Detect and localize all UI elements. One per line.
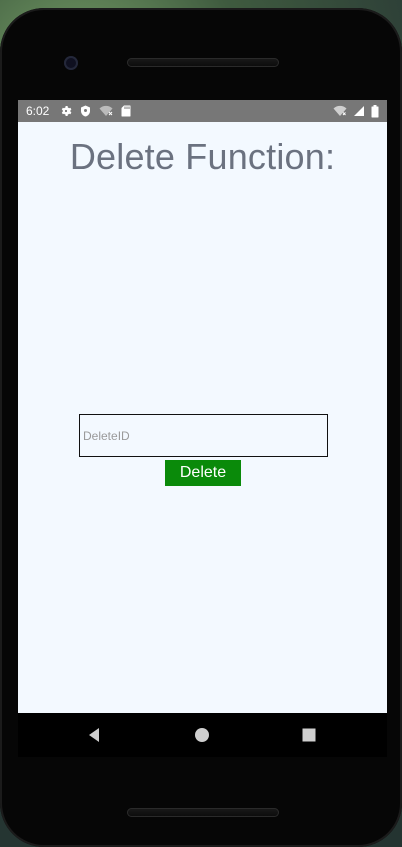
wifi-off-icon [99,105,113,117]
status-time: 6:02 [26,104,50,118]
wifi-icon [333,105,347,117]
status-icons-right [333,100,379,122]
status-icons-left [60,100,131,122]
delete-button[interactable]: Delete [165,460,241,486]
bottom-speaker [127,808,279,817]
status-bar: 6:02 [18,100,387,122]
navigation-bar [18,713,387,757]
page-title: Delete Function: [69,136,336,177]
settings-icon [60,105,72,117]
home-icon[interactable] [194,727,210,743]
battery-icon [371,104,379,118]
signal-icon [353,105,365,117]
delete-id-input[interactable] [79,414,328,457]
sd-card-icon [121,105,131,117]
front-camera [64,56,78,70]
back-icon[interactable] [87,727,103,743]
shield-icon [80,105,91,117]
app-screen: 6:02 Delete Function: DeleteID Delete [18,100,387,713]
top-speaker [127,58,279,67]
recents-icon[interactable] [301,727,317,743]
